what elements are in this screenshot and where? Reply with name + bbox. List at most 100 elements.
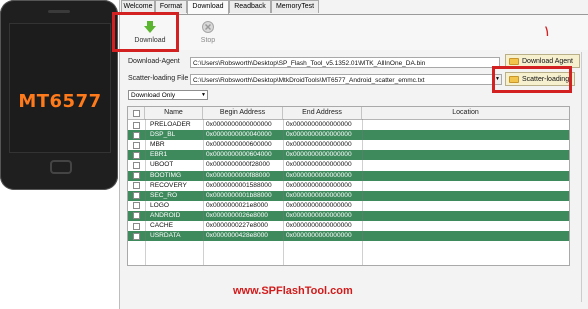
begin-address: 0x0000000001b88000 xyxy=(206,191,272,199)
table-row[interactable]: UBOOT 0x0000000000f28000 0x000000000000000… xyxy=(128,160,569,171)
phone-screen: MT6577 xyxy=(9,23,111,153)
partition-name: BOOTIMG xyxy=(150,171,182,179)
download-mode-select[interactable]: Download Only ▼ xyxy=(128,90,208,100)
table-row[interactable]: DSP_BL 0x0000000000040000 0x00000000000000… xyxy=(128,130,569,141)
row-checkbox[interactable] xyxy=(133,182,140,190)
row-checkbox[interactable] xyxy=(133,172,140,179)
table-row[interactable]: USRDATA 0x0000000428e8000 0x00000000000000… xyxy=(128,231,569,242)
begin-address: 0x0000000000f28000 xyxy=(206,161,270,169)
table-row[interactable]: RECOVERY 0x0000000001588000 0x000000000000… xyxy=(128,180,569,191)
partition-name: RECOVERY xyxy=(150,181,187,189)
toolbar: Download Stop xyxy=(120,15,588,50)
row-checkbox[interactable] xyxy=(133,202,140,210)
scatter-label: Scatter-loading File xyxy=(128,75,189,82)
table-row[interactable]: LOGO 0x0000000021e8000 0x0000000000000000 xyxy=(128,200,569,211)
begin-address: 0x0000000000040000 xyxy=(206,131,272,139)
partition-name: DSP_BL xyxy=(150,131,176,139)
begin-address: 0x0000000026e8000 xyxy=(206,211,268,219)
end-address: 0x0000000000000000 xyxy=(286,181,352,189)
begin-address: 0x0000000428e8000 xyxy=(206,232,268,240)
row-checkbox[interactable] xyxy=(133,161,140,169)
stop-icon xyxy=(202,21,214,33)
begin-address: 0x0000000001588000 xyxy=(206,181,272,189)
partition-name: PRELOADER xyxy=(150,121,191,128)
website-watermark: www.SPFlashTool.com xyxy=(233,285,353,297)
partition-name: USRDATA xyxy=(150,232,181,240)
end-address: 0x0000000000000000 xyxy=(286,121,352,128)
table-row[interactable]: BOOTIMG 0x0000000000f88000 0x0000000000000… xyxy=(128,170,569,181)
table-row[interactable]: SEC_RO 0x0000000001b88000 0x00000000000000… xyxy=(128,190,569,201)
partition-table: Name Begin Address End Address Location … xyxy=(127,106,570,266)
tab-bar: Welcome Format Download Readback MemoryT… xyxy=(120,0,588,15)
begin-address: 0x0000000000000000 xyxy=(206,121,272,128)
begin-address: 0x0000000000600000 xyxy=(206,141,272,149)
select-all-checkbox[interactable] xyxy=(133,109,140,117)
header-begin-address: Begin Address xyxy=(203,107,283,119)
row-checkbox[interactable] xyxy=(133,232,140,240)
phone-image: MT6577 xyxy=(0,0,118,190)
column-divider xyxy=(283,119,284,265)
begin-address: 0x0000000021e8000 xyxy=(206,201,268,209)
header-name: Name xyxy=(145,107,203,119)
end-address: 0x0000000000000000 xyxy=(286,232,352,240)
partition-name: UBOOT xyxy=(150,161,174,169)
table-row[interactable]: CACHE 0x0000000227e8000 0x0000000000000000 xyxy=(128,221,569,232)
header-location: Location xyxy=(452,109,479,116)
chevron-down-icon: ▼ xyxy=(201,92,206,98)
table-row[interactable]: ANDROID 0x0000000026e8000 0x00000000000000… xyxy=(128,210,569,221)
end-address: 0x0000000000000000 xyxy=(286,131,352,139)
end-address: 0x0000000000000000 xyxy=(286,201,352,209)
sp-flash-tool-window: Welcome Format Download Readback MemoryT… xyxy=(112,0,588,309)
folder-icon xyxy=(509,58,519,65)
tab-readback[interactable]: Readback xyxy=(229,0,271,13)
tab-memorytest[interactable]: MemoryTest xyxy=(271,0,319,13)
window-right-edge xyxy=(581,52,586,302)
partition-name: ANDROID xyxy=(150,211,181,219)
scatter-loading-highlight xyxy=(492,66,572,93)
table-row[interactable]: EBR1 0x0000000000604000 0x0000000000000000 xyxy=(128,150,569,161)
phone-brand: MT6577 xyxy=(18,91,102,112)
row-checkbox[interactable] xyxy=(133,131,140,139)
download-agent-path[interactable]: C:\Users\Robsworth\Desktop\SP_Flash_Tool… xyxy=(190,57,500,68)
row-checkbox[interactable] xyxy=(133,121,140,129)
end-address: 0x0000000000000000 xyxy=(286,151,352,159)
partition-name: LOGO xyxy=(150,201,170,209)
begin-address: 0x0000000227e8000 xyxy=(206,222,268,229)
begin-address: 0x0000000000604000 xyxy=(206,151,272,159)
download-button-highlight xyxy=(112,12,179,52)
end-address: 0x0000000000000000 xyxy=(286,222,352,229)
phone-home-button xyxy=(50,160,72,174)
row-checkbox[interactable] xyxy=(133,141,140,149)
row-checkbox[interactable] xyxy=(133,151,140,159)
column-divider xyxy=(145,119,146,265)
end-address: 0x0000000000000000 xyxy=(286,161,352,169)
end-address: 0x0000000000000000 xyxy=(286,211,352,219)
header-select-all[interactable] xyxy=(128,107,145,119)
download-agent-button-label: Download Agent xyxy=(522,58,573,65)
scatter-path[interactable]: C:\Users\Robsworth\Desktop\MtkDroidTools… xyxy=(190,74,502,85)
tab-download[interactable]: Download xyxy=(187,0,229,14)
end-address: 0x0000000000000000 xyxy=(286,171,352,179)
download-agent-label: Download-Agent xyxy=(128,58,180,65)
stop-button-label: Stop xyxy=(200,37,216,44)
column-divider xyxy=(203,119,204,265)
partition-name: CACHE xyxy=(150,222,174,229)
phone-speaker xyxy=(48,10,70,13)
begin-address: 0x0000000000f88000 xyxy=(206,171,270,179)
partition-name: EBR1 xyxy=(150,151,168,159)
row-checkbox[interactable] xyxy=(133,192,140,200)
row-checkbox[interactable] xyxy=(133,222,140,230)
end-address: 0x0000000000000000 xyxy=(286,141,352,149)
column-divider xyxy=(362,119,363,265)
table-header: Name Begin Address End Address Location xyxy=(128,107,569,120)
download-mode-value: Download Only xyxy=(131,92,176,99)
header-end-address: End Address xyxy=(283,107,362,119)
table-row[interactable]: MBR 0x0000000000600000 0x0000000000000000 xyxy=(128,140,569,151)
end-address: 0x0000000000000000 xyxy=(286,191,352,199)
row-checkbox[interactable] xyxy=(133,212,140,220)
partition-name: MBR xyxy=(150,141,165,149)
table-row[interactable]: PRELOADER 0x0000000000000000 0x00000000000… xyxy=(128,120,569,131)
stop-button[interactable]: Stop xyxy=(186,18,230,48)
partition-name: SEC_RO xyxy=(150,191,178,199)
annotation-mark: ١ xyxy=(543,22,552,40)
